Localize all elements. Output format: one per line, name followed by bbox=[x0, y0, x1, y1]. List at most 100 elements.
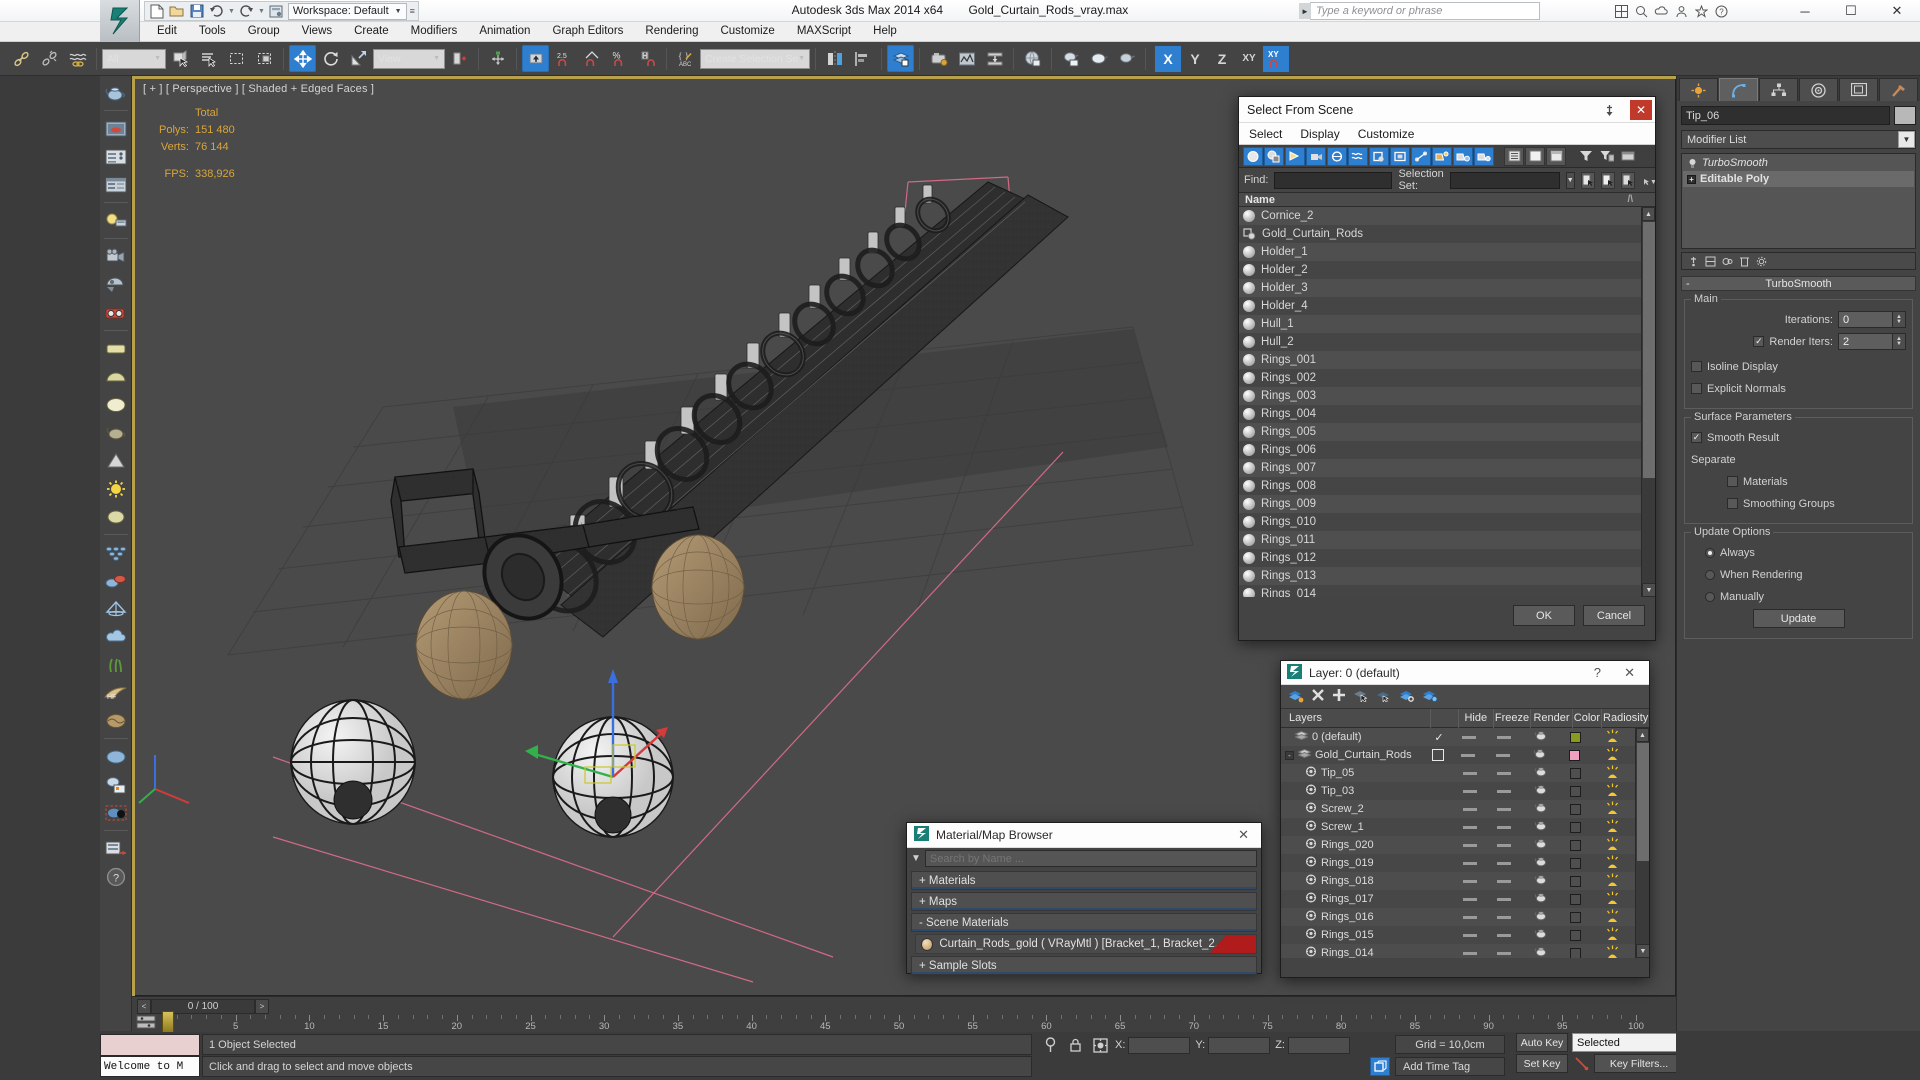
display-bones-icon[interactable] bbox=[1411, 146, 1431, 166]
axis-constraint-xy-snap[interactable]: XY bbox=[1263, 45, 1289, 72]
scene-list-row[interactable]: Rings_003 bbox=[1239, 387, 1641, 405]
layer-row[interactable]: Screw_1 bbox=[1281, 818, 1635, 836]
search-options-icon[interactable]: ▼ bbox=[911, 853, 921, 864]
rollout-header[interactable]: - TurboSmooth bbox=[1681, 276, 1916, 291]
scene-list-row[interactable]: Cornice_2 bbox=[1239, 207, 1641, 225]
keyword-search-input[interactable]: ► Type a keyword or phrase bbox=[1299, 2, 1540, 20]
time-ruler[interactable]: 5 10 15 20 25 30 35 40 45 50 55 60 65 70 75 80 85 90 95 100 bbox=[132, 1015, 1676, 1033]
color-swatch[interactable] bbox=[1570, 875, 1582, 887]
layer-render-cell[interactable] bbox=[1522, 782, 1561, 800]
scrollbar-thumb[interactable] bbox=[1636, 742, 1649, 862]
layer-active-cell[interactable] bbox=[1427, 854, 1454, 872]
close-icon[interactable]: ✕ bbox=[1624, 665, 1635, 681]
layer-row[interactable]: Tip_05 bbox=[1281, 764, 1635, 782]
layer-freeze-cell[interactable] bbox=[1486, 926, 1522, 944]
layer-hide-cell[interactable] bbox=[1454, 764, 1487, 782]
layer-column-radiosity[interactable]: Radiosity bbox=[1601, 708, 1649, 728]
update-button[interactable]: Update bbox=[1752, 609, 1845, 628]
isoline-display-checkbox[interactable] bbox=[1691, 361, 1702, 372]
teapot-icon-2[interactable] bbox=[102, 419, 130, 446]
display-helpers-icon[interactable] bbox=[1327, 146, 1347, 166]
select-and-link-icon[interactable] bbox=[8, 45, 35, 72]
layer-color-cell[interactable] bbox=[1561, 872, 1589, 890]
render-preview-icon[interactable] bbox=[102, 115, 130, 142]
display-shapes-icon[interactable] bbox=[1264, 146, 1284, 166]
menu-item-group[interactable]: Group bbox=[237, 22, 291, 41]
window-crossing-toggle-icon[interactable] bbox=[251, 45, 278, 72]
chevron-down-icon[interactable]: ▼ bbox=[154, 55, 161, 62]
display-frozen-icon[interactable] bbox=[1474, 146, 1494, 166]
selection-set-options-icon[interactable]: ▼ bbox=[1641, 172, 1656, 189]
material-editor-slate-icon[interactable] bbox=[1085, 45, 1112, 72]
delete-layer-icon[interactable] bbox=[1311, 688, 1325, 705]
list-view-icon[interactable] bbox=[1504, 146, 1524, 166]
layer-explorer-dialog[interactable]: Layer: 0 (default) ? ✕ Layers Hide Freeze R… bbox=[1280, 660, 1650, 978]
render-in-cloud-icon[interactable] bbox=[1019, 45, 1046, 72]
chevron-down-icon[interactable]: ▼ bbox=[1898, 131, 1915, 148]
sfs-menu-customize[interactable]: Customize bbox=[1358, 127, 1415, 141]
object-color-swatch[interactable] bbox=[1894, 106, 1916, 125]
close-button[interactable]: ✕ bbox=[1874, 0, 1920, 22]
object-name-input[interactable] bbox=[1681, 106, 1890, 125]
layer-name-cell[interactable]: Rings_020 bbox=[1281, 838, 1427, 852]
scene-list-row[interactable]: Hull_1 bbox=[1239, 315, 1641, 333]
scene-list-row[interactable]: Holder_2 bbox=[1239, 261, 1641, 279]
layer-radiosity-cell[interactable] bbox=[1590, 872, 1635, 890]
y-coordinate-field[interactable]: Y: bbox=[1195, 1036, 1271, 1054]
display-geometry-icon[interactable] bbox=[1243, 146, 1263, 166]
add-to-selection-set-icon[interactable] bbox=[1600, 171, 1615, 189]
selection-lock-pin-icon[interactable] bbox=[1040, 1035, 1060, 1055]
layer-render-cell[interactable] bbox=[1522, 854, 1561, 872]
remove-modifier-icon[interactable] bbox=[1737, 254, 1751, 268]
hair-and-fur-icon[interactable]: HF bbox=[102, 679, 130, 706]
light-bulb-icon[interactable] bbox=[1687, 158, 1698, 169]
create-selection-set-icon[interactable] bbox=[1580, 171, 1595, 189]
layer-radiosity-cell[interactable] bbox=[1590, 890, 1635, 908]
iterations-spinner-arrows[interactable]: ▲ ▼ bbox=[1893, 311, 1906, 328]
layer-hide-cell[interactable] bbox=[1454, 890, 1487, 908]
render-iters-input[interactable] bbox=[1838, 333, 1893, 350]
edit-named-selection-sets-icon[interactable]: { } ABC bbox=[672, 45, 699, 72]
scene-list-scrollbar[interactable]: ▲ ▼ bbox=[1641, 207, 1655, 597]
expand-icon[interactable]: + bbox=[1687, 174, 1696, 184]
named-selection-set-dropdown[interactable]: Create Selection Se ▼ bbox=[700, 48, 810, 69]
x-input[interactable] bbox=[1128, 1036, 1191, 1054]
snaps-toggle-25-icon[interactable]: 2.5 bbox=[550, 45, 577, 72]
help-icon[interactable]: ? bbox=[1712, 2, 1730, 20]
color-swatch[interactable] bbox=[1570, 911, 1582, 923]
layer-table-body[interactable]: 0 (default) ✓ - Gold_Curtain_Rods Tip_05 Tip_… bbox=[1281, 728, 1649, 958]
cloud-icon[interactable] bbox=[1652, 2, 1670, 20]
material-map-browser-dialog[interactable]: Material/Map Browser ✕ ▼ + Materials+ Ma… bbox=[906, 822, 1262, 975]
layer-render-cell[interactable] bbox=[1522, 836, 1561, 854]
layer-explorer-icon[interactable] bbox=[102, 171, 130, 198]
scene-list-row[interactable]: Hull_2 bbox=[1239, 333, 1641, 351]
layer-color-cell[interactable] bbox=[1561, 818, 1589, 836]
percent-snap-toggle-icon[interactable]: % bbox=[606, 45, 633, 72]
scene-material-item[interactable]: Curtain_Rods_gold ( VRayMtl ) [Bracket_1… bbox=[915, 934, 1257, 954]
add-selection-to-layer-icon[interactable] bbox=[1332, 688, 1346, 705]
layer-hide-cell[interactable] bbox=[1454, 800, 1487, 818]
layout-grid-icon[interactable] bbox=[1612, 2, 1630, 20]
layer-column-checkbox[interactable] bbox=[1429, 708, 1458, 728]
layer-row[interactable]: Rings_015 bbox=[1281, 926, 1635, 944]
use-pivot-point-center-icon[interactable] bbox=[446, 45, 473, 72]
add-time-tag-button[interactable]: Add Time Tag bbox=[1395, 1057, 1505, 1076]
layer-freeze-cell[interactable] bbox=[1485, 746, 1521, 764]
z-input[interactable] bbox=[1287, 1036, 1350, 1054]
layer-freeze-cell[interactable] bbox=[1486, 782, 1522, 800]
prev-frame-button[interactable]: < bbox=[137, 999, 151, 1014]
scene-list-row[interactable]: Rings_004 bbox=[1239, 405, 1641, 423]
help-icon[interactable]: ? bbox=[1594, 665, 1601, 680]
qat-overflow-icon[interactable]: ≡ bbox=[410, 6, 415, 16]
tab-motion[interactable] bbox=[1799, 78, 1838, 101]
find-input[interactable] bbox=[1274, 171, 1393, 189]
render-iters-checkbox[interactable]: ✓ bbox=[1753, 336, 1765, 347]
layer-radiosity-cell[interactable] bbox=[1590, 854, 1635, 872]
layer-active-cell[interactable] bbox=[1427, 908, 1454, 926]
layer-render-cell[interactable] bbox=[1522, 926, 1561, 944]
select-from-scene-title-bar[interactable]: Select From Scene ✕ bbox=[1239, 97, 1655, 123]
layer-color-cell[interactable] bbox=[1561, 908, 1589, 926]
select-from-scene-dialog[interactable]: Select From Scene ✕ Select Display Customi… bbox=[1238, 96, 1656, 641]
chevron-down-icon[interactable]: ▼ bbox=[433, 55, 440, 62]
layer-list-scrollbar[interactable]: ▲ ▼ bbox=[1635, 728, 1649, 958]
